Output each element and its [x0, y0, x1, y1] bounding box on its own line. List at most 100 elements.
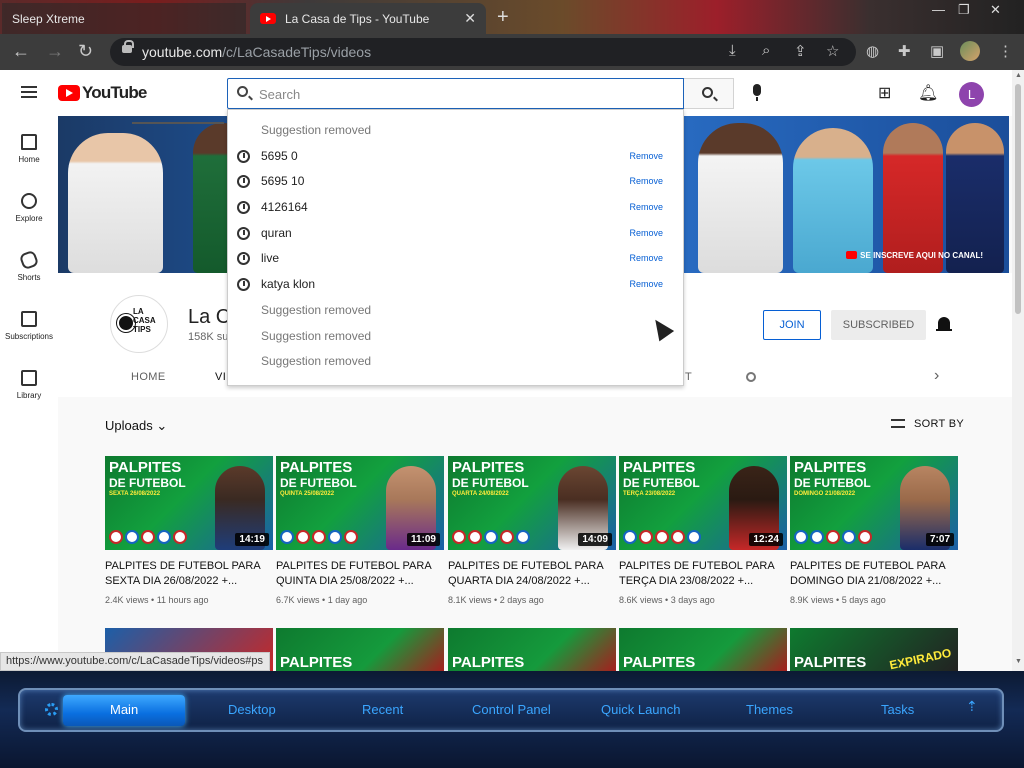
suggestion-item[interactable]: katya klon Remove — [228, 276, 683, 302]
video-card[interactable]: PALPITES DE FUTEBOL SEXTA 26/08/2022 14:… — [105, 456, 273, 605]
bookmark-star-icon[interactable]: ☆ — [826, 42, 839, 60]
video-card[interactable]: PALPITES DE FUTEBOL QUARTA 24/08/2022 14… — [448, 456, 616, 605]
minimize-icon[interactable]: — — [932, 2, 945, 17]
video-thumbnail[interactable]: PALPITES DE FUTEBOL SEXTA 26/08/2022 14:… — [105, 456, 273, 550]
taskbar-quick-launch[interactable]: Quick Launch — [601, 702, 681, 717]
video-title[interactable]: PALPITES DE FUTEBOL PARA DOMINGO DIA 21/0… — [790, 559, 958, 589]
video-thumbnail[interactable]: PALPITES — [619, 628, 787, 671]
tab-partial[interactable]: T — [685, 371, 692, 383]
tab-sleep-xtreme[interactable]: Sleep Xtreme — [2, 3, 246, 34]
gear-icon[interactable] — [45, 703, 58, 716]
forward-icon[interactable]: → — [46, 41, 64, 62]
new-tab-icon[interactable]: + — [497, 6, 509, 29]
banner-player-image — [68, 133, 163, 273]
search-field[interactable] — [227, 78, 684, 109]
expand-arrow-icon[interactable]: ⇡ — [966, 698, 978, 715]
remove-suggestion-link[interactable]: Remove — [629, 202, 663, 212]
share-icon[interactable]: ⇪ — [794, 42, 807, 60]
search-input[interactable] — [259, 84, 659, 104]
suggestion-item: Suggestion removed — [261, 123, 372, 137]
taskbar-main[interactable]: Main — [110, 702, 138, 717]
extensions-puzzle-icon[interactable]: ✚ — [898, 42, 911, 60]
video-thumbnail[interactable]: PALPITES — [448, 628, 616, 671]
compass-icon — [21, 193, 37, 209]
sidebar-item-library[interactable]: Library — [0, 370, 58, 400]
back-icon[interactable]: ← — [12, 41, 30, 62]
install-app-icon[interactable]: ⤓ — [729, 42, 736, 59]
suggestion-item[interactable]: 5695 10 Remove — [228, 173, 683, 199]
subscribed-button[interactable]: SUBSCRIBED — [831, 310, 926, 340]
taskbar-themes[interactable]: Themes — [746, 702, 793, 717]
remove-suggestion-link[interactable]: Remove — [629, 253, 663, 263]
browser-toolbar: ← → ↻ youtube.com/c/LaCasadeTips/videos … — [0, 34, 1024, 70]
notifications-bell-icon[interactable]: 🔔︎ — [918, 83, 938, 103]
page-scrollbar[interactable]: ▲ ▼ — [1012, 70, 1024, 671]
avatar[interactable]: L — [959, 82, 984, 107]
search-button[interactable] — [684, 78, 734, 109]
profile-avatar[interactable] — [960, 41, 980, 61]
sidebar-item-subscriptions[interactable]: Subscriptions — [0, 311, 58, 341]
youtube-favicon-icon — [260, 13, 276, 24]
close-tab-icon[interactable]: ✕ — [464, 10, 476, 27]
taskbar-recent[interactable]: Recent — [362, 702, 403, 717]
tab-videos[interactable]: VI — [215, 371, 226, 383]
channel-avatar[interactable]: LA CASA TIPS — [110, 295, 168, 353]
microphone-icon[interactable] — [753, 84, 761, 101]
scroll-up-icon[interactable]: ▲ — [1015, 72, 1022, 79]
club-crests — [623, 530, 701, 544]
address-bar[interactable]: youtube.com/c/LaCasadeTips/videos — [110, 38, 856, 66]
chevron-right-icon[interactable]: › — [934, 367, 939, 385]
scrollbar-thumb[interactable] — [1015, 84, 1021, 314]
remove-suggestion-link[interactable]: Remove — [629, 151, 663, 161]
remove-suggestion-link[interactable]: Remove — [629, 228, 663, 238]
notification-bell-icon[interactable] — [936, 317, 952, 331]
join-button[interactable]: JOIN — [763, 310, 821, 340]
reload-icon[interactable]: ↻ — [78, 41, 93, 62]
video-title[interactable]: PALPITES DE FUTEBOL PARA QUARTA DIA 24/08… — [448, 559, 616, 589]
create-video-icon[interactable]: ⊞ — [878, 83, 891, 103]
video-thumbnail[interactable]: PALPITES DE FUTEBOL DOMINGO 21/08/2022 7… — [790, 456, 958, 550]
restore-icon[interactable]: ❐ — [958, 2, 970, 18]
zoom-icon[interactable]: ⌕ — [762, 42, 770, 59]
history-icon — [237, 252, 250, 266]
suggestion-item[interactable]: 4126164 Remove — [228, 199, 683, 225]
video-thumbnail[interactable]: PALPITES — [276, 628, 444, 671]
chevron-down-icon: ⌄ — [156, 418, 168, 433]
sidebar-item-explore[interactable]: Explore — [0, 193, 58, 223]
video-card[interactable]: PALPITES DE FUTEBOL DOMINGO 21/08/2022 7… — [790, 456, 958, 605]
taskbar-control-panel[interactable]: Control Panel — [472, 702, 551, 717]
video-thumbnail[interactable]: PALPITES DE FUTEBOL QUARTA 24/08/2022 14… — [448, 456, 616, 550]
youtube-play-icon — [58, 85, 80, 101]
video-title[interactable]: PALPITES DE FUTEBOL PARA QUINTA DIA 25/08… — [276, 559, 444, 589]
sidebar-item-shorts[interactable]: Shorts — [0, 249, 58, 282]
video-card[interactable]: PALPITES DE FUTEBOL TERÇA 23/08/2022 12:… — [619, 456, 787, 605]
suggestion-item[interactable]: live Remove — [228, 250, 683, 276]
side-panel-icon[interactable]: ▣ — [930, 42, 944, 60]
extension-flag-icon[interactable]: ◍ — [866, 42, 879, 60]
video-meta: 8.6K views • 3 days ago — [619, 595, 715, 605]
channel-search-icon[interactable] — [746, 372, 756, 382]
video-title[interactable]: PALPITES DE FUTEBOL PARA TERÇA DIA 23/08/… — [619, 559, 787, 589]
remove-suggestion-link[interactable]: Remove — [629, 176, 663, 186]
video-meta: 8.1K views • 2 days ago — [448, 595, 544, 605]
suggestion-item[interactable]: quran Remove — [228, 225, 683, 251]
video-thumbnail[interactable]: PALPITES DE FUTEBOL QUINTA 25/08/2022 11… — [276, 456, 444, 550]
scroll-down-icon[interactable]: ▼ — [1015, 658, 1022, 665]
suggestion-item[interactable]: 5695 0 Remove — [228, 148, 683, 174]
uploads-dropdown[interactable]: Uploads ⌄ — [105, 418, 167, 434]
sidebar-item-home[interactable]: Home — [0, 134, 58, 164]
youtube-logo[interactable]: YouTube — [58, 83, 147, 103]
menu-kebab-icon[interactable]: ⋮ — [998, 42, 1013, 60]
taskbar-tasks[interactable]: Tasks — [881, 702, 914, 717]
close-window-icon[interactable]: ✕ — [990, 2, 1001, 18]
tab-youtube[interactable]: La Casa de Tips - YouTube ✕ — [250, 3, 486, 34]
tab-home[interactable]: HOME — [131, 371, 166, 383]
remove-suggestion-link[interactable]: Remove — [629, 279, 663, 289]
video-card[interactable]: PALPITES DE FUTEBOL QUINTA 25/08/2022 11… — [276, 456, 444, 605]
sort-by-button[interactable]: SORT BY — [891, 418, 964, 430]
video-thumbnail[interactable]: PALPITES EXPIRADO — [790, 628, 958, 671]
hamburger-menu-icon[interactable] — [21, 86, 37, 98]
video-title[interactable]: PALPITES DE FUTEBOL PARA SEXTA DIA 26/08/… — [105, 559, 273, 589]
taskbar-desktop[interactable]: Desktop — [228, 702, 276, 717]
video-thumbnail[interactable]: PALPITES DE FUTEBOL TERÇA 23/08/2022 12:… — [619, 456, 787, 550]
